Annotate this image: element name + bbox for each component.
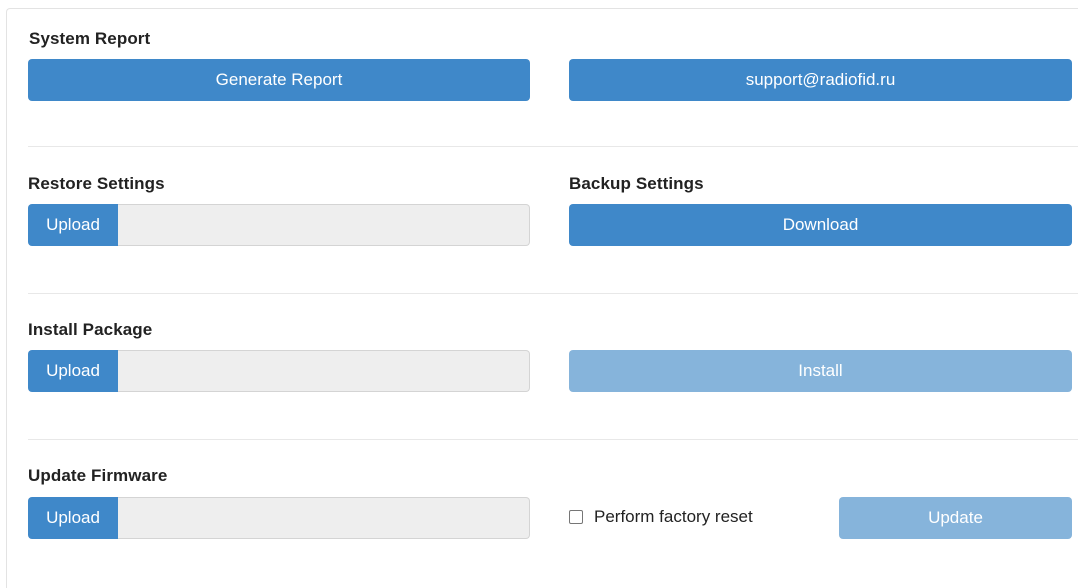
factory-reset-checkbox[interactable] — [569, 510, 583, 524]
update-firmware-button[interactable]: Update — [839, 497, 1072, 539]
restore-settings-title: Restore Settings — [28, 174, 165, 193]
firmware-file-input: Upload — [28, 497, 530, 539]
install-button[interactable]: Install — [569, 350, 1072, 392]
firmware-upload-button[interactable]: Upload — [28, 497, 118, 539]
update-firmware-title: Update Firmware — [28, 466, 168, 485]
section-divider — [28, 146, 1078, 147]
factory-reset-option[interactable]: Perform factory reset — [569, 507, 753, 527]
restore-upload-button[interactable]: Upload — [28, 204, 118, 246]
install-package-title: Install Package — [28, 320, 153, 339]
factory-reset-label: Perform factory reset — [594, 507, 753, 526]
download-backup-button[interactable]: Download — [569, 204, 1072, 246]
package-file-field[interactable] — [118, 350, 530, 392]
system-report-title: System Report — [29, 29, 151, 48]
backup-settings-title: Backup Settings — [569, 174, 704, 193]
section-divider — [28, 439, 1078, 440]
generate-report-button[interactable]: Generate Report — [28, 59, 530, 101]
support-email-button[interactable]: support@radiofid.ru — [569, 59, 1072, 101]
firmware-file-field[interactable] — [118, 497, 530, 539]
package-upload-button[interactable]: Upload — [28, 350, 118, 392]
restore-file-field[interactable] — [118, 204, 530, 246]
restore-settings-file-input: Upload — [28, 204, 530, 246]
section-divider — [28, 293, 1078, 294]
install-package-file-input: Upload — [28, 350, 530, 392]
